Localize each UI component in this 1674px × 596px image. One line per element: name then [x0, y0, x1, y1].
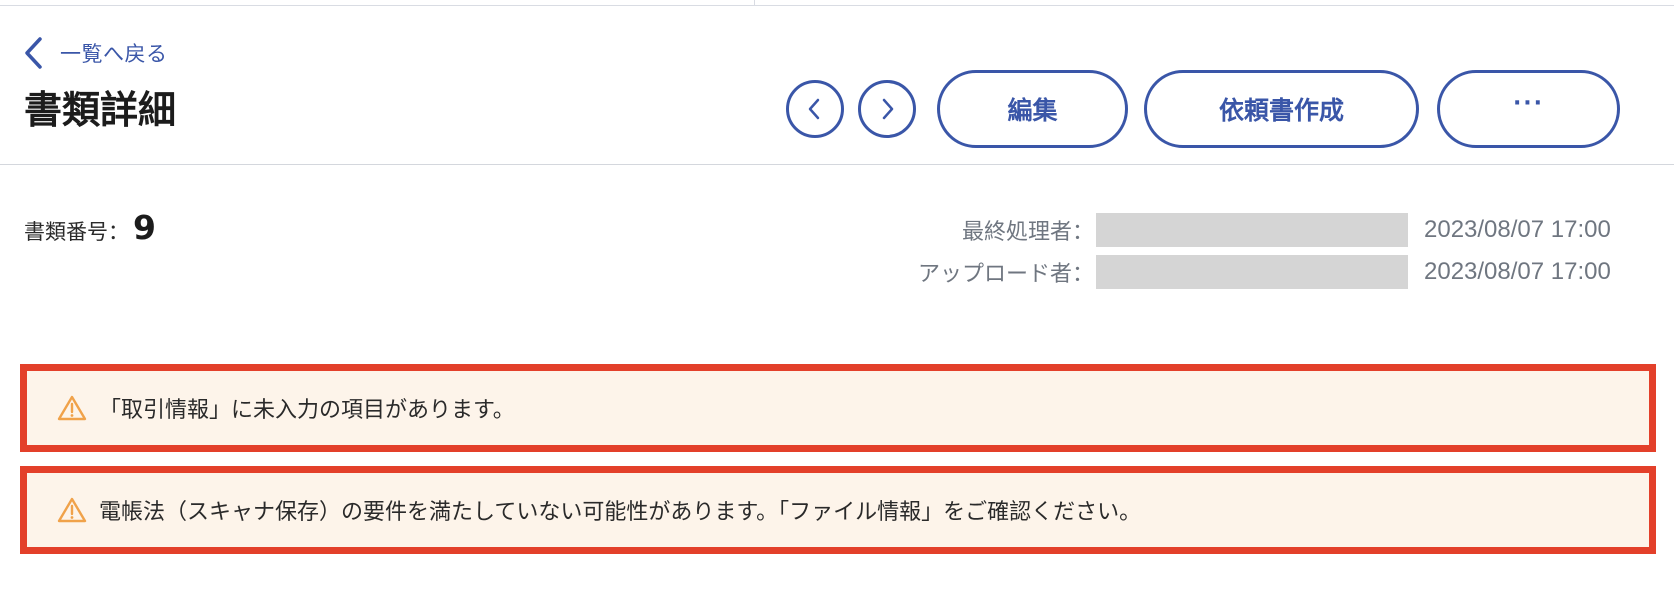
- last-processor-redacted: [1096, 213, 1408, 247]
- document-number: 書類番号： 9: [24, 208, 156, 247]
- warning-icon: [57, 497, 87, 523]
- page-title: 書類詳細: [24, 88, 177, 132]
- uploader-label: アップロード者：: [917, 262, 1094, 287]
- header-divider: [0, 164, 1674, 165]
- alert-text: 電帳法（スキャナ保存）の要件を満たしていない可能性があります。「ファイル情報」を…: [99, 500, 1142, 525]
- more-icon: ···: [1512, 90, 1545, 116]
- alert-scanner-requirements: 電帳法（スキャナ保存）の要件を満たしていない可能性があります。「ファイル情報」を…: [20, 466, 1656, 554]
- more-options-button[interactable]: ···: [1437, 70, 1620, 148]
- next-document-button[interactable]: [858, 80, 916, 138]
- uploader-row: アップロード者： 2023/08/07 17:00: [834, 255, 1656, 289]
- last-processor-label: 最終処理者：: [961, 220, 1094, 245]
- uploader-redacted: [1096, 255, 1408, 289]
- previous-document-button[interactable]: [786, 80, 844, 138]
- alert-missing-transaction-info: 「取引情報」に未入力の項目があります。: [20, 364, 1656, 452]
- document-number-label: 書類番号：: [24, 220, 129, 244]
- chevron-left-icon: [808, 98, 820, 120]
- top-strip-divider: [754, 0, 755, 5]
- create-request-button[interactable]: 依頼書作成: [1144, 70, 1419, 148]
- chevron-left-icon: [25, 37, 42, 69]
- uploader-time: 2023/08/07 17:00: [1424, 258, 1611, 285]
- back-link-label: 一覧へ戻る: [60, 42, 168, 66]
- chevron-right-icon: [882, 98, 894, 120]
- warning-icon: [57, 395, 87, 421]
- document-number-value: 9: [133, 208, 156, 247]
- alert-text: 「取引情報」に未入力の項目があります。: [99, 398, 515, 423]
- top-strip: [0, 0, 1674, 6]
- last-processor-row: 最終処理者： 2023/08/07 17:00: [834, 213, 1656, 247]
- last-processor-time: 2023/08/07 17:00: [1424, 216, 1611, 243]
- back-to-list-link[interactable]: 一覧へ戻る: [22, 36, 168, 70]
- edit-button[interactable]: 編集: [937, 70, 1128, 148]
